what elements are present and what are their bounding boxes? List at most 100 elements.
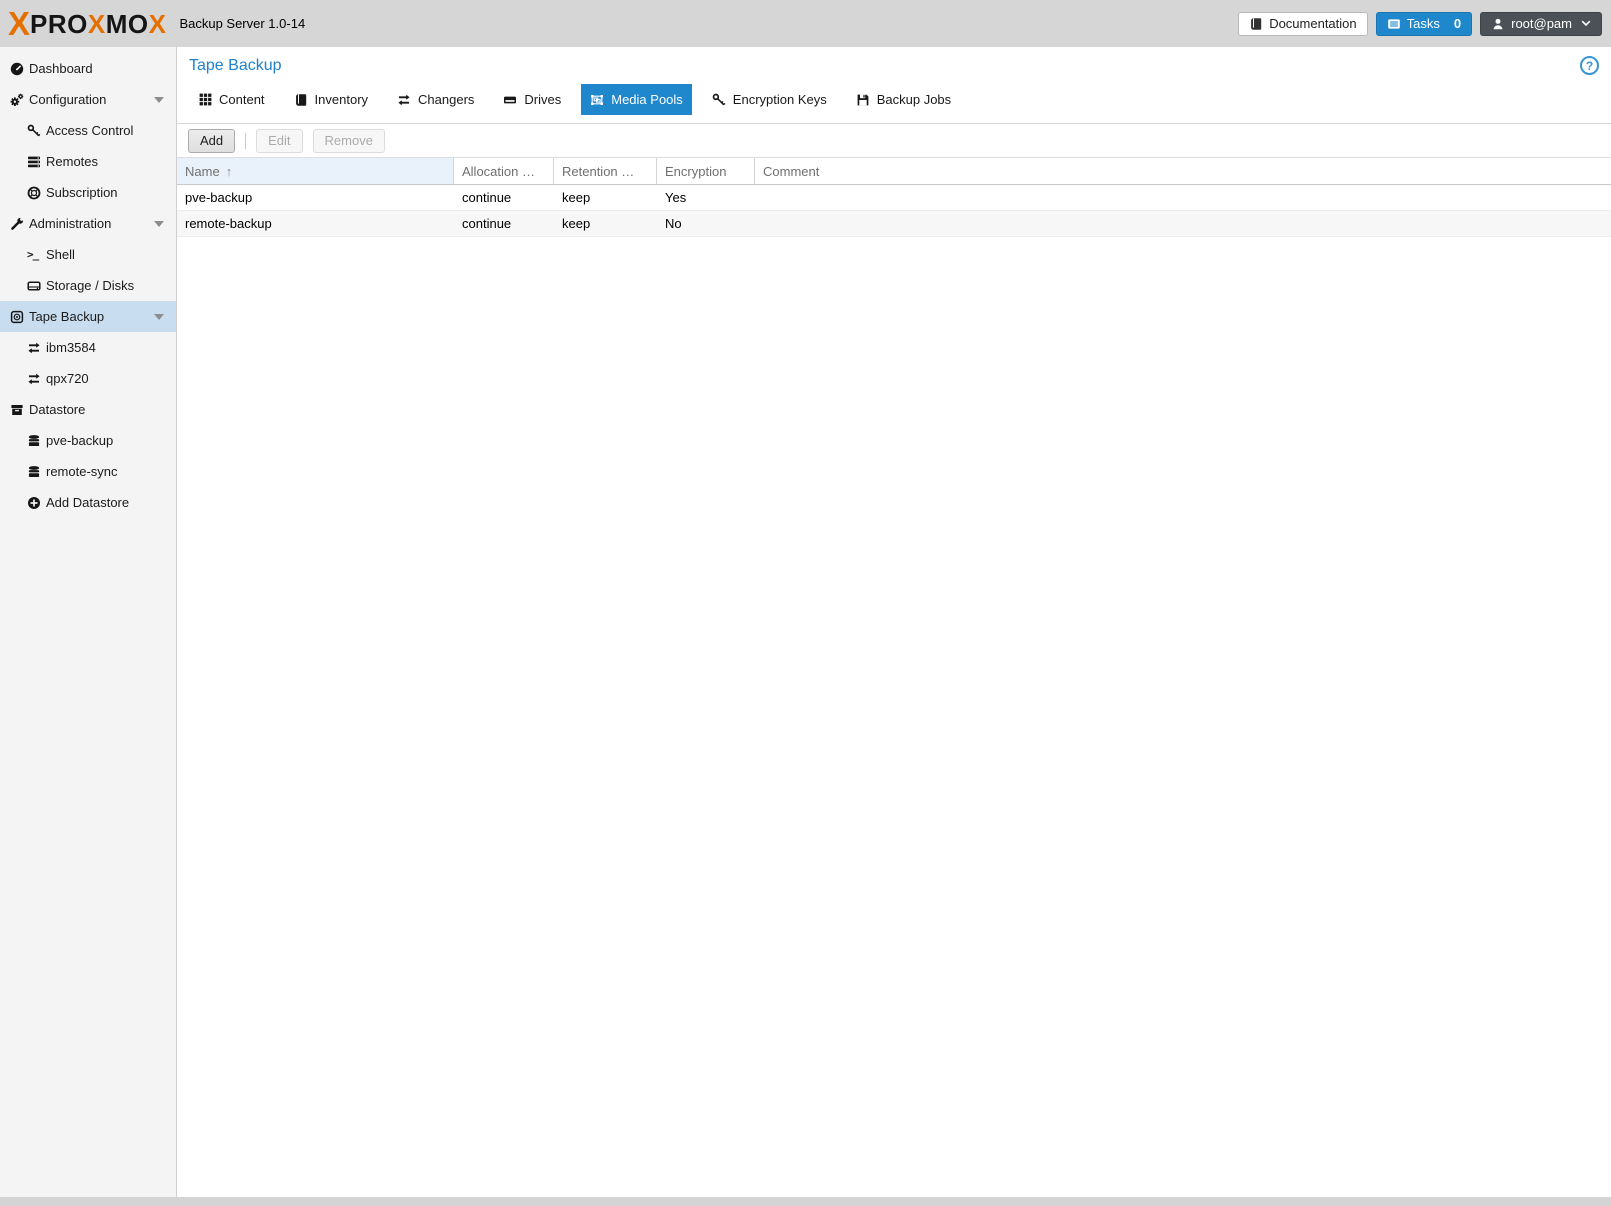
cell-allocation: continue xyxy=(454,216,554,231)
column-header-comment[interactable]: Comment xyxy=(755,158,1611,184)
sidebar-item-label: Remotes xyxy=(46,154,98,169)
sidebar-item-subscription[interactable]: Subscription xyxy=(0,177,176,208)
sort-ascending-icon: ↑ xyxy=(226,164,233,179)
tab-label: Inventory xyxy=(315,92,368,107)
sidebar-item-label: remote-sync xyxy=(46,464,118,479)
table-row[interactable]: remote-backup continue keep No xyxy=(177,211,1611,237)
sidebar-item-pve-backup[interactable]: pve-backup xyxy=(0,425,176,456)
tab-media-pools[interactable]: Media Pools xyxy=(581,84,692,115)
tab-inventory[interactable]: Inventory xyxy=(285,84,377,115)
sidebar-item-label: Subscription xyxy=(46,185,118,200)
user-menu-button[interactable]: root@pam xyxy=(1480,12,1602,36)
documentation-label: Documentation xyxy=(1269,16,1356,31)
tasks-label: Tasks xyxy=(1407,16,1440,31)
add-button[interactable]: Add xyxy=(188,129,235,153)
sidebar-item-label: Tape Backup xyxy=(29,309,104,324)
wrench-icon xyxy=(10,217,24,231)
main-area: Dashboard xyxy=(0,47,1611,1197)
table-header-row: Name ↑ Allocation … Retention … Encrypti… xyxy=(177,157,1611,185)
user-icon xyxy=(1491,17,1505,31)
sidebar-item-label: Storage / Disks xyxy=(46,278,134,293)
column-header-encryption[interactable]: Encryption xyxy=(657,158,755,184)
sidebar-item-label: pve-backup xyxy=(46,433,113,448)
sidebar-item-remotes[interactable]: Remotes xyxy=(0,146,176,177)
sidebar-item-qpx720[interactable]: qpx720 xyxy=(0,363,176,394)
sidebar-item-storage-disks[interactable]: Storage / Disks xyxy=(0,270,176,301)
chevron-down-icon xyxy=(1581,20,1591,27)
remove-button[interactable]: Remove xyxy=(313,129,385,153)
brand-mo: MO xyxy=(106,9,149,39)
brand-x2: X xyxy=(149,9,167,39)
column-header-name[interactable]: Name ↑ xyxy=(177,158,454,184)
cell-name: pve-backup xyxy=(177,190,454,205)
object-group-icon xyxy=(590,93,604,107)
cell-retention: keep xyxy=(554,190,657,205)
cell-allocation: continue xyxy=(454,190,554,205)
tab-bar: Content Inventory xyxy=(177,84,1611,115)
column-label: Encryption xyxy=(665,164,726,179)
app-window: X PROXMOX Backup Server 1.0-14 Documenta… xyxy=(0,0,1611,1197)
collapse-caret-icon[interactable] xyxy=(154,97,164,103)
tasks-count-badge: 0 xyxy=(1454,16,1461,31)
sidebar-item-label: Configuration xyxy=(29,92,106,107)
drive-icon xyxy=(503,93,517,107)
sidebar-item-remote-sync[interactable]: remote-sync xyxy=(0,456,176,487)
brand-x1: X xyxy=(88,9,106,39)
help-icon[interactable]: ? xyxy=(1580,56,1599,75)
toolbar-separator xyxy=(245,133,246,149)
sidebar-item-dashboard[interactable]: Dashboard xyxy=(0,53,176,84)
tab-label: Content xyxy=(219,92,265,107)
tab-backup-jobs[interactable]: Backup Jobs xyxy=(847,84,960,115)
tab-label: Backup Jobs xyxy=(877,92,951,107)
dashboard-icon xyxy=(10,62,24,76)
column-label: Comment xyxy=(763,164,819,179)
table-row[interactable]: pve-backup continue keep Yes xyxy=(177,185,1611,211)
sidebar-item-label: Add Datastore xyxy=(46,495,129,510)
tasks-button[interactable]: Tasks 0 xyxy=(1376,12,1472,36)
sidebar-item-label: Access Control xyxy=(46,123,133,138)
collapse-caret-icon[interactable] xyxy=(154,221,164,227)
exchange-icon xyxy=(27,341,41,355)
content-panel: Tape Backup ? Content xyxy=(177,47,1611,1197)
sidebar-item-configuration[interactable]: Configuration xyxy=(0,84,176,115)
plus-circle-icon xyxy=(27,496,41,510)
lifering-icon xyxy=(27,186,41,200)
cell-encryption: No xyxy=(657,216,755,231)
sidebar-item-label: Shell xyxy=(46,247,75,262)
key-icon xyxy=(27,124,41,138)
proxmox-logo: X PROXMOX xyxy=(8,9,166,39)
tab-drives[interactable]: Drives xyxy=(494,84,570,115)
sidebar-item-label: Dashboard xyxy=(29,61,93,76)
sidebar-item-access-control[interactable]: Access Control xyxy=(0,115,176,146)
sidebar-item-ibm3584[interactable]: ibm3584 xyxy=(0,332,176,363)
grid-icon xyxy=(199,93,212,106)
tab-label: Media Pools xyxy=(611,92,683,107)
column-header-retention[interactable]: Retention … xyxy=(554,158,657,184)
documentation-button[interactable]: Documentation xyxy=(1238,12,1367,36)
topbar-actions: Documentation Tasks 0 xyxy=(1238,12,1602,36)
tab-changers[interactable]: Changers xyxy=(388,84,483,115)
sidebar-item-administration[interactable]: Administration xyxy=(0,208,176,239)
sidebar-item-datastore[interactable]: Datastore xyxy=(0,394,176,425)
cell-encryption: Yes xyxy=(657,190,755,205)
sidebar-item-tape-backup[interactable]: Tape Backup xyxy=(0,301,176,332)
key-icon xyxy=(712,93,726,107)
tab-label: Drives xyxy=(524,92,561,107)
tab-encryption-keys[interactable]: Encryption Keys xyxy=(703,84,836,115)
column-label: Allocation … xyxy=(462,164,535,179)
sidebar-item-label: Administration xyxy=(29,216,111,231)
sidebar-item-add-datastore[interactable]: Add Datastore xyxy=(0,487,176,518)
column-header-allocation[interactable]: Allocation … xyxy=(454,158,554,184)
product-version-label: Backup Server 1.0-14 xyxy=(179,16,305,31)
tab-content[interactable]: Content xyxy=(190,84,274,115)
page-title: Tape Backup xyxy=(189,57,282,75)
cell-name: remote-backup xyxy=(177,216,454,231)
column-label: Retention … xyxy=(562,164,634,179)
hdd-icon xyxy=(27,279,41,293)
brand-pro: PRO xyxy=(30,9,88,39)
archive-icon xyxy=(10,403,24,417)
collapse-caret-icon[interactable] xyxy=(154,314,164,320)
sidebar-item-shell[interactable]: >_ Shell xyxy=(0,239,176,270)
edit-button[interactable]: Edit xyxy=(256,129,302,153)
tab-label: Changers xyxy=(418,92,474,107)
